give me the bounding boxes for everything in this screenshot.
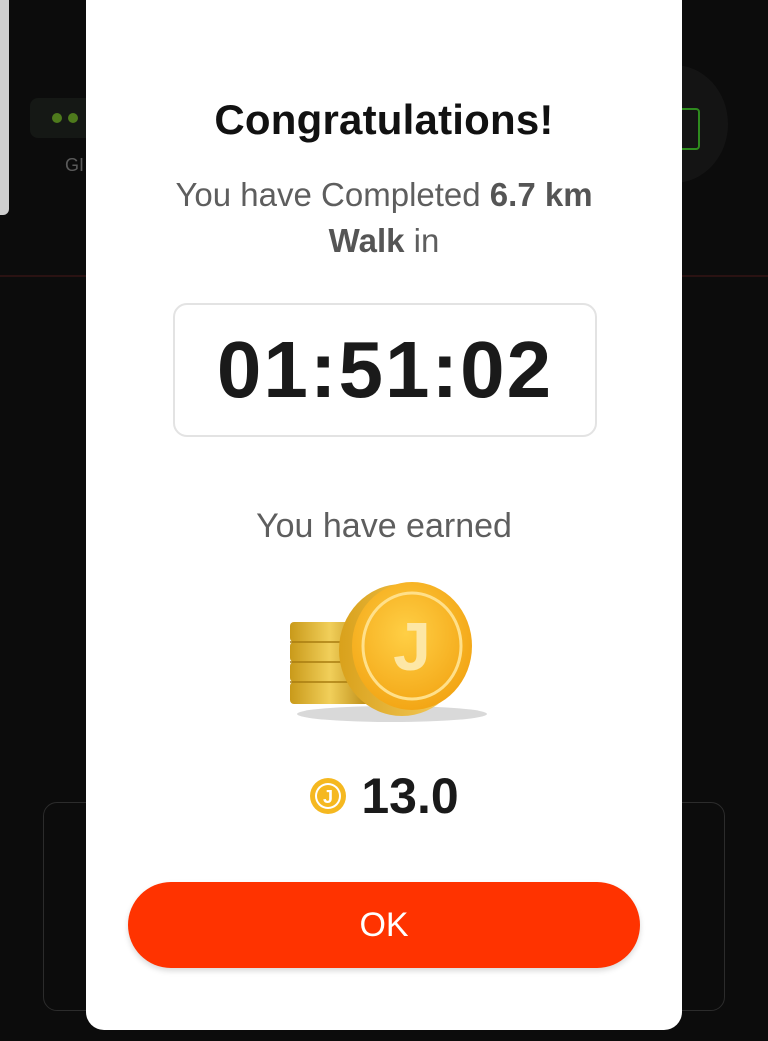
coin-stack-icon: J bbox=[290, 582, 487, 722]
svg-text:J: J bbox=[393, 609, 431, 685]
earned-amount-row: J 13.0 bbox=[86, 767, 682, 825]
duration-value: 01:51:02 bbox=[216, 325, 554, 414]
earned-amount: 13.0 bbox=[361, 768, 459, 824]
ok-button[interactable]: OK bbox=[128, 882, 640, 968]
dialog-title: Congratulations! bbox=[214, 96, 554, 143]
gps-label: GI bbox=[65, 155, 85, 175]
scrollbar[interactable] bbox=[0, 0, 9, 215]
completion-dialog: Congratulations! You have Completed 6.7 … bbox=[86, 0, 682, 1030]
activity-type: Walk bbox=[328, 222, 405, 259]
subtitle-prefix: You have Completed bbox=[175, 176, 490, 213]
svg-text:J: J bbox=[323, 787, 333, 807]
earned-label: You have earned bbox=[256, 507, 512, 545]
subtitle-suffix: in bbox=[404, 222, 440, 259]
gps-dot-icon bbox=[68, 113, 78, 123]
dialog-subtitle: You have Completed 6.7 km Walk in bbox=[126, 172, 642, 264]
gps-dot-icon bbox=[52, 113, 62, 123]
screen: GI Congratulations! You have Completed 6… bbox=[0, 0, 768, 1041]
coin-icon: J bbox=[310, 778, 347, 814]
duration-box: 01:51:02 bbox=[173, 303, 597, 437]
distance-value: 6.7 km bbox=[489, 176, 593, 213]
